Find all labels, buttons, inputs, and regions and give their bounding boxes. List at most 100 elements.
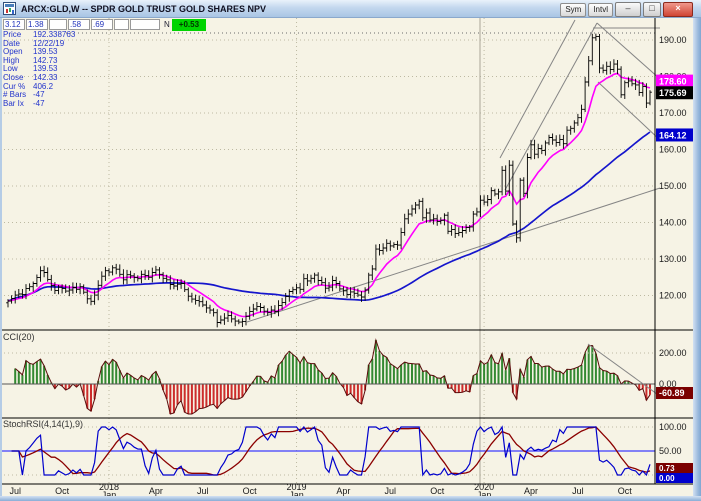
- toolbar-field[interactable]: .58: [68, 19, 90, 30]
- cci-histogram-bar: [400, 365, 402, 384]
- cci-histogram-bar: [418, 364, 420, 384]
- cci-histogram-bar: [299, 363, 301, 384]
- cci-histogram-bar: [234, 384, 236, 399]
- cci-histogram-bar: [21, 375, 23, 384]
- net-change-badge: +0.53: [172, 19, 206, 31]
- close-button[interactable]: ×: [663, 2, 693, 17]
- price-trendline: [505, 23, 597, 190]
- cci-histogram-bar: [573, 369, 575, 385]
- net-change-label: N: [164, 19, 170, 31]
- cci-histogram-bar: [530, 356, 532, 384]
- cci-histogram-bar: [613, 373, 615, 384]
- cci-histogram-bar: [173, 384, 175, 413]
- cci-histogram-bar: [350, 384, 352, 393]
- cci-histogram-bar: [465, 384, 467, 391]
- cci-histogram-bar: [588, 346, 590, 384]
- cci-histogram-bar: [483, 364, 485, 384]
- price-tick-label: 170.00: [659, 108, 687, 118]
- stoch-slow-badge: 0.73: [659, 464, 675, 473]
- x-axis-month-label: Oct: [618, 486, 633, 496]
- cci-histogram-bar: [436, 378, 438, 384]
- cci-histogram-bar: [559, 371, 561, 384]
- window-frame-bottom[interactable]: [0, 496, 701, 501]
- cci-histogram-bar: [407, 363, 409, 384]
- sym-button[interactable]: Sym: [560, 3, 586, 17]
- cci-histogram-bar: [216, 384, 218, 409]
- cci-histogram-bar: [498, 364, 500, 384]
- toolbar-field[interactable]: .69: [91, 19, 113, 30]
- ohlc-bars: [6, 34, 652, 328]
- cci-panel-label: CCI(20): [3, 332, 35, 342]
- cci-histogram-bar: [461, 384, 463, 392]
- cci-histogram-bar: [375, 340, 377, 384]
- intvl-button[interactable]: Intvl: [588, 3, 613, 17]
- price-tick-label: 120.00: [659, 291, 687, 301]
- cci-histogram-bar: [577, 367, 579, 384]
- cci-histogram-bar: [404, 362, 406, 384]
- cci-histogram-bar: [584, 352, 586, 384]
- cci-histogram-bar: [429, 375, 431, 384]
- cci-histogram-bar: [324, 379, 326, 385]
- cci-histogram-bar: [570, 370, 572, 385]
- cci-histogram-bar: [357, 384, 359, 402]
- chart-plot-area[interactable]: 190.00180.00170.00160.00150.00140.00130.…: [0, 0, 701, 501]
- cci-histogram-bar: [202, 384, 204, 408]
- cci-histogram-bar: [534, 364, 536, 385]
- cci-histogram-bar: [198, 384, 200, 409]
- cci-histogram-bar: [389, 364, 391, 384]
- cci-histogram-bar: [231, 384, 233, 399]
- price-trendline: [247, 188, 660, 322]
- fast-ma-line: [8, 73, 650, 316]
- stochrsi-panel-label: StochRSI(4,14(1),9): [3, 419, 83, 429]
- cci-histogram-bar: [180, 384, 182, 401]
- window-chart-icon: [3, 2, 16, 15]
- cci-histogram-bar: [397, 369, 399, 384]
- x-axis-month-label: Apr: [149, 486, 163, 496]
- toolbar-field[interactable]: [49, 19, 67, 30]
- cci-histogram-bar: [223, 384, 225, 401]
- cci-histogram-bar: [555, 371, 557, 384]
- cci-histogram-bar: [379, 351, 381, 384]
- cci-histogram-bar: [40, 359, 42, 384]
- toolbar-field[interactable]: [130, 19, 160, 30]
- cci-histogram-bar: [184, 384, 186, 412]
- slow-ma-line: [8, 132, 650, 301]
- cci-histogram-bar: [115, 362, 117, 384]
- cci-histogram-bar: [541, 367, 543, 384]
- price-trendline: [598, 82, 660, 140]
- cci-histogram-bar: [306, 363, 308, 384]
- window-title: ARCX:GLD,W -- SPDR GOLD TRUST GOLD SHARE…: [21, 4, 266, 14]
- cci-histogram-bar: [382, 355, 384, 384]
- x-axis-month-label: Apr: [336, 486, 350, 496]
- cci-trendline: [588, 344, 657, 394]
- toolbar-field[interactable]: [114, 19, 129, 30]
- cci-histogram-bar: [241, 384, 243, 397]
- cci-histogram-bar: [433, 376, 435, 384]
- cci-histogram-bar: [494, 363, 496, 384]
- x-axis-month-label: Oct: [55, 486, 70, 496]
- cci-histogram-bar: [288, 351, 290, 384]
- cci-value-badge: -60.89: [659, 388, 685, 398]
- window-frame-right[interactable]: [693, 17, 701, 501]
- cci-histogram-bar: [187, 384, 189, 414]
- price-tick-label: 160.00: [659, 145, 687, 155]
- last-price-badge: 175.69: [659, 88, 687, 98]
- toolbar-field[interactable]: 3.12: [3, 19, 25, 30]
- cci-histogram-bar: [90, 384, 92, 411]
- cci-histogram-bar: [292, 355, 294, 385]
- window-frame-left: [0, 17, 2, 501]
- cci-histogram-bar: [130, 375, 132, 384]
- cci-histogram-bar: [209, 384, 211, 405]
- stoch-tick-label: 50.00: [659, 446, 682, 456]
- maximize-button[interactable]: □: [643, 2, 661, 17]
- cci-histogram-bar: [32, 364, 34, 384]
- cci-histogram-bar: [386, 357, 388, 384]
- x-axis-month-label: Jul: [197, 486, 209, 496]
- title-bar[interactable]: ARCX:GLD,W -- SPDR GOLD TRUST GOLD SHARE…: [0, 0, 701, 18]
- cci-histogram-bar: [238, 384, 240, 399]
- minimize-button[interactable]: –: [615, 2, 641, 17]
- cci-histogram-bar: [371, 359, 373, 384]
- toolbar-field[interactable]: 1.38: [26, 19, 48, 30]
- cci-histogram-bar: [29, 363, 31, 384]
- cci-histogram-bar: [220, 384, 222, 404]
